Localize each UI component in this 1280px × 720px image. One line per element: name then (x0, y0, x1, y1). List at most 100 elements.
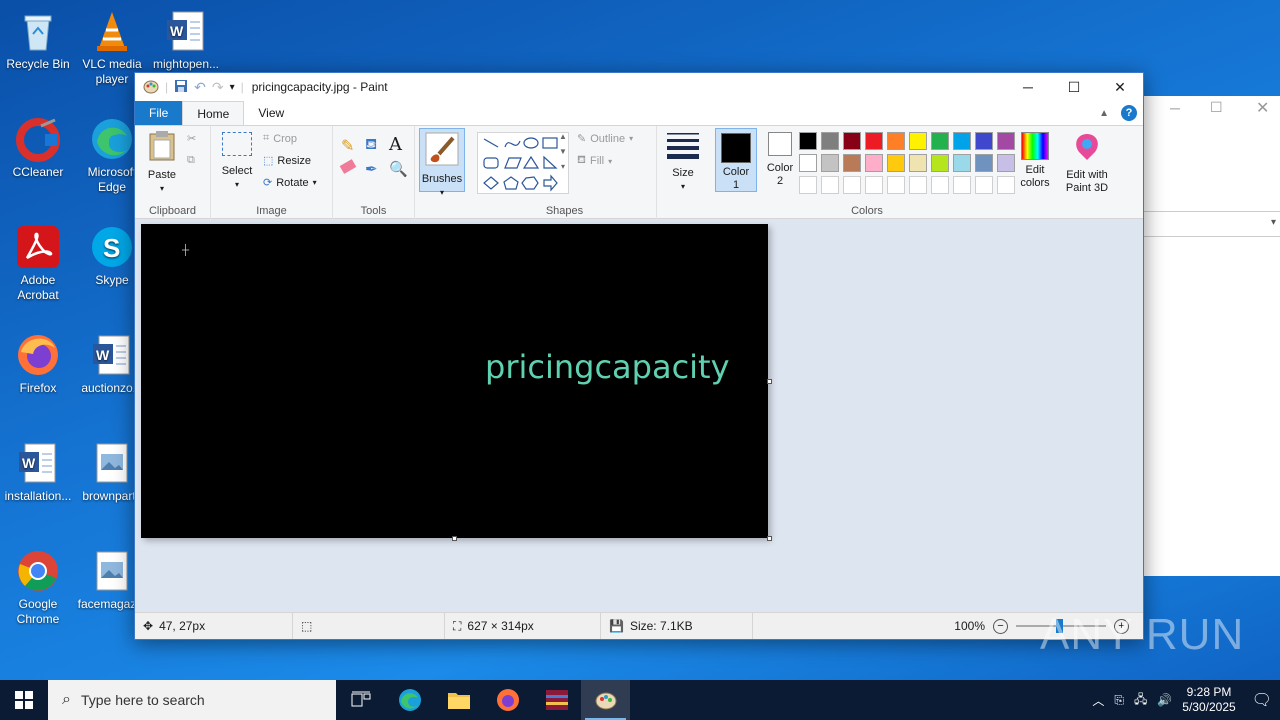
background-window[interactable]: ─ ☐ ✕ ▾ (1144, 96, 1280, 576)
palette-swatch[interactable] (843, 132, 861, 150)
minimize-icon[interactable]: ─ (1170, 100, 1180, 116)
palette-swatch[interactable] (865, 176, 883, 194)
copy-button[interactable]: ⧉ (187, 154, 195, 167)
palette-swatch[interactable] (975, 176, 993, 194)
desktop-icon-ccleaner[interactable]: CCleaner (0, 116, 76, 180)
tab-file[interactable]: File (135, 101, 183, 125)
rotate-button[interactable]: ⟳ Rotate ▾ (263, 176, 317, 190)
palette-swatch[interactable] (821, 176, 839, 194)
palette-swatch[interactable] (821, 154, 839, 172)
color1-button[interactable]: Color 1 (715, 128, 757, 192)
color2-button[interactable]: Color 2 (761, 132, 799, 188)
resize-handle-bottom[interactable] (452, 536, 457, 541)
close-icon[interactable]: ✕ (1256, 98, 1269, 118)
text-tool[interactable]: A (389, 134, 402, 155)
color-picker-tool[interactable]: ✒ (365, 160, 378, 178)
save-icon[interactable] (174, 79, 188, 96)
volume-icon[interactable]: 🔊 (1157, 693, 1172, 707)
taskbar-winrar[interactable] (532, 680, 581, 720)
crop-button[interactable]: ⌗ Crop (263, 132, 297, 145)
close-button[interactable]: ✕ (1097, 73, 1143, 101)
undo-icon[interactable]: ↶ (194, 79, 206, 96)
palette-swatch[interactable] (865, 132, 883, 150)
taskbar-paint[interactable] (581, 680, 630, 720)
pencil-tool[interactable]: ✎ (341, 136, 354, 156)
palette-swatch[interactable] (843, 154, 861, 172)
desktop-icon-installation[interactable]: W installation... (0, 440, 76, 504)
size-button[interactable]: Size ▾ (663, 130, 703, 193)
taskbar-file-explorer[interactable] (434, 680, 483, 720)
paint-app-icon[interactable] (143, 78, 159, 97)
palette-swatch[interactable] (799, 132, 817, 150)
desktop-icon-acrobat[interactable]: Adobe Acrobat (0, 224, 76, 303)
redo-icon[interactable]: ↷ (212, 79, 224, 96)
palette-swatch[interactable] (887, 176, 905, 194)
palette-swatch[interactable] (997, 154, 1015, 172)
taskbar-firefox[interactable] (483, 680, 532, 720)
shapes-gallery[interactable] (477, 132, 569, 194)
drawing-canvas[interactable]: pricingcapacity ┼ (141, 224, 768, 538)
notifications-icon[interactable]: 🗨 (1252, 690, 1272, 710)
palette-swatch[interactable] (975, 154, 993, 172)
ethernet-icon[interactable]: 🖧 (1134, 690, 1147, 711)
paste-button[interactable]: Paste ▾ (145, 130, 179, 195)
start-button[interactable] (0, 680, 48, 720)
task-view-button[interactable] (336, 680, 385, 720)
taskbar-search[interactable]: ⌕ Type here to search (48, 680, 336, 720)
resize-button[interactable]: ⬚ Resize (263, 154, 311, 168)
paint-window[interactable]: | ↶ ↷ ▾ | pricingcapacity.jpg - Paint ─ … (134, 72, 1144, 640)
title-bar[interactable]: | ↶ ↷ ▾ | pricingcapacity.jpg - Paint ─ … (135, 73, 1143, 101)
palette-swatch[interactable] (843, 176, 861, 194)
cut-button[interactable]: ✂ (187, 132, 196, 145)
maximize-icon[interactable]: ☐ (1210, 99, 1223, 116)
edit-with-paint3d-button[interactable]: Edit with Paint 3D (1061, 132, 1113, 195)
shapes-scroll[interactable]: ▲ ▼ ▾ (559, 132, 567, 171)
resize-handle-corner[interactable] (767, 536, 772, 541)
canvas-workspace[interactable]: pricingcapacity ┼ (135, 219, 1143, 613)
palette-swatch[interactable] (975, 132, 993, 150)
palette-swatch[interactable] (865, 154, 883, 172)
desktop-icon-recycle-bin[interactable]: Recycle Bin (0, 8, 76, 72)
palette-swatch[interactable] (909, 154, 927, 172)
magnifier-tool[interactable]: 🔍 (389, 160, 408, 178)
outline-button[interactable]: ✎ Outline ▾ (577, 132, 633, 146)
zoom-out-button[interactable]: − (993, 618, 1008, 634)
desktop-icon-firefox[interactable]: Firefox (0, 332, 76, 396)
palette-swatch[interactable] (909, 176, 927, 194)
palette-swatch[interactable] (953, 176, 971, 194)
palette-swatch[interactable] (931, 176, 949, 194)
background-window-titlebar[interactable]: ─ ☐ ✕ (1144, 96, 1280, 124)
palette-swatch[interactable] (909, 132, 927, 150)
palette-swatch[interactable] (931, 132, 949, 150)
fill-tool[interactable]: ⛾ (365, 136, 377, 155)
desktop-icon-chrome[interactable]: Google Chrome (0, 548, 76, 627)
palette-swatch[interactable] (887, 132, 905, 150)
select-button[interactable]: Select ▾ (219, 132, 255, 191)
clock[interactable]: 9:28 PM 5/30/2025 (1182, 685, 1235, 715)
desktop-icon-mightopen[interactable]: W mightopen... (148, 8, 224, 72)
chevron-up-icon[interactable]: ︿ (1092, 692, 1104, 709)
help-icon[interactable]: ? (1121, 105, 1137, 121)
taskbar-edge[interactable] (385, 680, 434, 720)
palette-swatch[interactable] (887, 154, 905, 172)
customize-qat-icon[interactable]: ▾ (230, 82, 235, 93)
palette-swatch[interactable] (997, 132, 1015, 150)
palette-swatch[interactable] (799, 176, 817, 194)
edit-colors-button[interactable]: Edit colors (1017, 132, 1053, 190)
background-window-dropdown[interactable]: ▾ (1144, 211, 1280, 237)
palette-swatch[interactable] (799, 154, 817, 172)
palette-swatch[interactable] (953, 154, 971, 172)
tab-home[interactable]: Home (182, 101, 245, 125)
tab-view[interactable]: View (244, 101, 298, 125)
network-icon[interactable]: ⎘ (1114, 693, 1124, 708)
palette-swatch[interactable] (953, 132, 971, 150)
minimize-button[interactable]: ─ (1005, 73, 1051, 101)
palette-swatch[interactable] (931, 154, 949, 172)
resize-handle-right[interactable] (767, 379, 772, 384)
fill-button[interactable]: ⛾ Fill ▾ (577, 154, 612, 168)
palette-swatch[interactable] (997, 176, 1015, 194)
eraser-tool[interactable] (339, 159, 357, 174)
palette-swatch[interactable] (821, 132, 839, 150)
maximize-button[interactable]: ☐ (1051, 73, 1097, 101)
collapse-ribbon-icon[interactable]: ▲ (1099, 108, 1109, 119)
